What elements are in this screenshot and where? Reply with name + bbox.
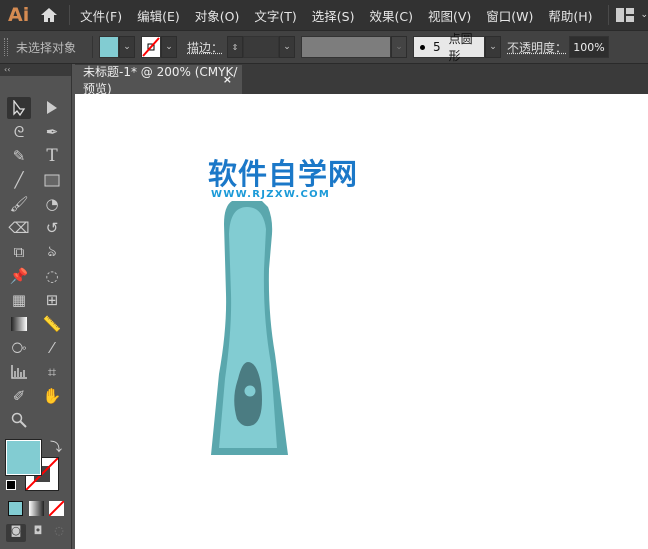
brush-dot-icon [420, 44, 425, 50]
close-tab-icon[interactable]: × [223, 73, 232, 86]
fill-color-box[interactable] [5, 439, 42, 476]
mesh-tool-icon[interactable]: ⊞ [40, 289, 64, 311]
document-tab-bar: 未标题-1* @ 200% (CMYK/预览) × [75, 64, 648, 96]
menu-window[interactable]: 窗口(W) [486, 6, 533, 25]
brush-size: 5 [432, 40, 441, 54]
selection-status: 未选择对象 [16, 40, 77, 55]
type-tool-icon[interactable]: T [40, 145, 64, 167]
menu-bar: Ai 文件(F) 编辑(E) 对象(O) 文字(T) 选择(S) 效果(C) 视… [0, 0, 648, 30]
stroke-weight-stepper[interactable]: ⇕ [227, 36, 244, 58]
stroke-weight-input[interactable] [243, 36, 280, 58]
blend-tool-icon[interactable]: ⧂ [7, 337, 31, 359]
perspective-grid-tool-icon[interactable]: ▦ [7, 289, 31, 311]
line-tool-icon[interactable]: ╱ [7, 169, 31, 191]
eraser-tool-icon[interactable]: ⌫ [7, 217, 31, 239]
color-mode-button[interactable] [8, 501, 23, 516]
app-logo: Ai [8, 4, 30, 26]
selection-tool-icon[interactable] [7, 97, 31, 119]
opacity-label[interactable]: 不透明度： [507, 39, 567, 56]
rotate-tool-icon[interactable]: ↺ [40, 217, 64, 239]
draw-normal-icon[interactable]: ◙ [6, 524, 26, 542]
brush-definition[interactable]: 5 点圆形 [413, 32, 486, 63]
menu-type[interactable]: 文字(T) [254, 6, 296, 25]
zoom-tool-icon[interactable] [7, 409, 31, 431]
artboard-canvas[interactable]: 软件自学网 WWW.RJZXW.COM [75, 94, 648, 549]
menu-effect[interactable]: 效果(C) [369, 6, 412, 25]
gradient-tool-icon[interactable] [7, 313, 31, 335]
eyedropper-tool-icon[interactable]: ⁄ [40, 337, 64, 359]
hand-tool-icon[interactable]: ✋ [40, 385, 64, 407]
rectangle-tool-icon[interactable] [40, 169, 64, 191]
stroke-dropdown[interactable]: ⌄ [161, 36, 177, 58]
document-tab-title: 未标题-1* @ 200% (CMYK/预览) [83, 64, 238, 96]
swap-colors-icon[interactable]: ⤵ [50, 438, 62, 455]
tools-panel: ‹‹ ᘓ ✒ ✎ T ╱ 🖌 ◔ ⌫ ↺ ⧉ ঌ 📌 ◌ ▦ ⊞ 📏 ⧂ ⁄ ⌗… [0, 64, 72, 549]
workspace-switcher-icon[interactable]: ⌄ [616, 8, 648, 22]
menu-view[interactable]: 视图(V) [428, 6, 471, 25]
stroke-swatch[interactable] [141, 36, 161, 58]
lasso-tool-icon[interactable]: ᘓ [7, 121, 31, 143]
menu-help[interactable]: 帮助(H) [548, 6, 592, 25]
menu-object[interactable]: 对象(O) [195, 6, 240, 25]
draw-inside-icon[interactable]: ◌ [49, 524, 69, 542]
graph-tool-icon[interactable] [7, 361, 31, 383]
default-colors-icon[interactable] [6, 480, 16, 490]
artboard-tool-icon[interactable]: ⌗ [40, 361, 64, 383]
brush-dropdown[interactable]: ⌄ [485, 36, 502, 58]
menu-select[interactable]: 选择(S) [312, 6, 355, 25]
collapse-panel-button[interactable]: ‹‹ [0, 64, 71, 76]
stroke-label[interactable]: 描边： [187, 39, 223, 56]
fill-dropdown[interactable]: ⌄ [119, 36, 135, 58]
handle-illustration [211, 201, 288, 455]
shaper-tool-icon[interactable]: ◔ [40, 193, 64, 215]
puppet-warp-tool-icon[interactable]: 📌 [7, 265, 31, 287]
menu-edit[interactable]: 编辑(E) [137, 6, 180, 25]
grip-button-dot [244, 385, 256, 397]
direct-selection-tool-icon[interactable] [40, 97, 64, 119]
free-transform-tool-icon[interactable]: ◌ [40, 265, 64, 287]
warp-tool-icon[interactable]: ঌ [40, 241, 64, 263]
paintbrush-tool-icon[interactable]: 🖌 [7, 193, 31, 215]
home-icon[interactable] [40, 5, 60, 25]
menu-file[interactable]: 文件(F) [80, 6, 122, 25]
pen-tool-icon[interactable]: ✒ [40, 121, 64, 143]
control-bar: 未选择对象 ⌄ ⌄ 描边： ⇕ ⌄ ⌄ 5 点圆形 ⌄ 不透明度： 100% [0, 30, 648, 64]
document-tab[interactable]: 未标题-1* @ 200% (CMYK/预览) × [75, 64, 242, 96]
slice-tool-icon[interactable]: ✐ [7, 385, 31, 407]
measure-tool-icon[interactable]: 📏 [40, 313, 64, 335]
brush-label: 点圆形 [448, 32, 473, 63]
fill-swatch[interactable] [99, 36, 119, 58]
gradient-mode-button[interactable] [29, 501, 44, 516]
stroke-weight-dropdown[interactable]: ⌄ [279, 36, 296, 58]
curvature-tool-icon[interactable]: ✎ [7, 145, 31, 167]
none-mode-button[interactable] [48, 500, 65, 517]
scale-tool-icon[interactable]: ⧉ [7, 241, 31, 263]
profile-dropdown[interactable]: ⌄ [391, 36, 408, 58]
opacity-input[interactable]: 100% [569, 36, 610, 58]
draw-behind-icon[interactable]: ◘ [28, 524, 48, 542]
variable-width-profile[interactable] [301, 36, 392, 58]
